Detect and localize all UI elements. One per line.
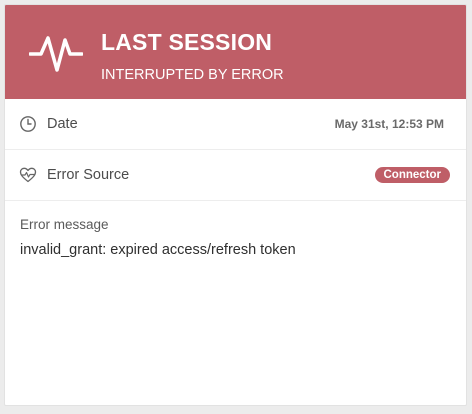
error-source-row: Error Source Connector	[5, 150, 466, 201]
date-label: Date	[47, 116, 78, 132]
error-message-section: Error message invalid_grant: expired acc…	[5, 201, 466, 274]
error-message-text: invalid_grant: expired access/refresh to…	[20, 242, 296, 258]
error-source-badge: Connector	[374, 167, 450, 183]
last-session-card: LAST SESSION INTERRUPTED BY ERROR Date M…	[4, 4, 467, 406]
heart-pulse-icon	[19, 167, 37, 183]
pulse-icon	[29, 36, 83, 72]
clock-icon	[20, 116, 36, 132]
date-row: Date May 31st, 12:53 PM	[5, 99, 466, 150]
date-value: May 31st, 12:53 PM	[334, 117, 444, 131]
session-header: LAST SESSION INTERRUPTED BY ERROR	[5, 5, 466, 99]
session-title: LAST SESSION	[101, 29, 273, 55]
session-status: INTERRUPTED BY ERROR	[101, 67, 284, 83]
error-message-label: Error message	[20, 217, 109, 232]
error-source-label: Error Source	[47, 167, 130, 183]
